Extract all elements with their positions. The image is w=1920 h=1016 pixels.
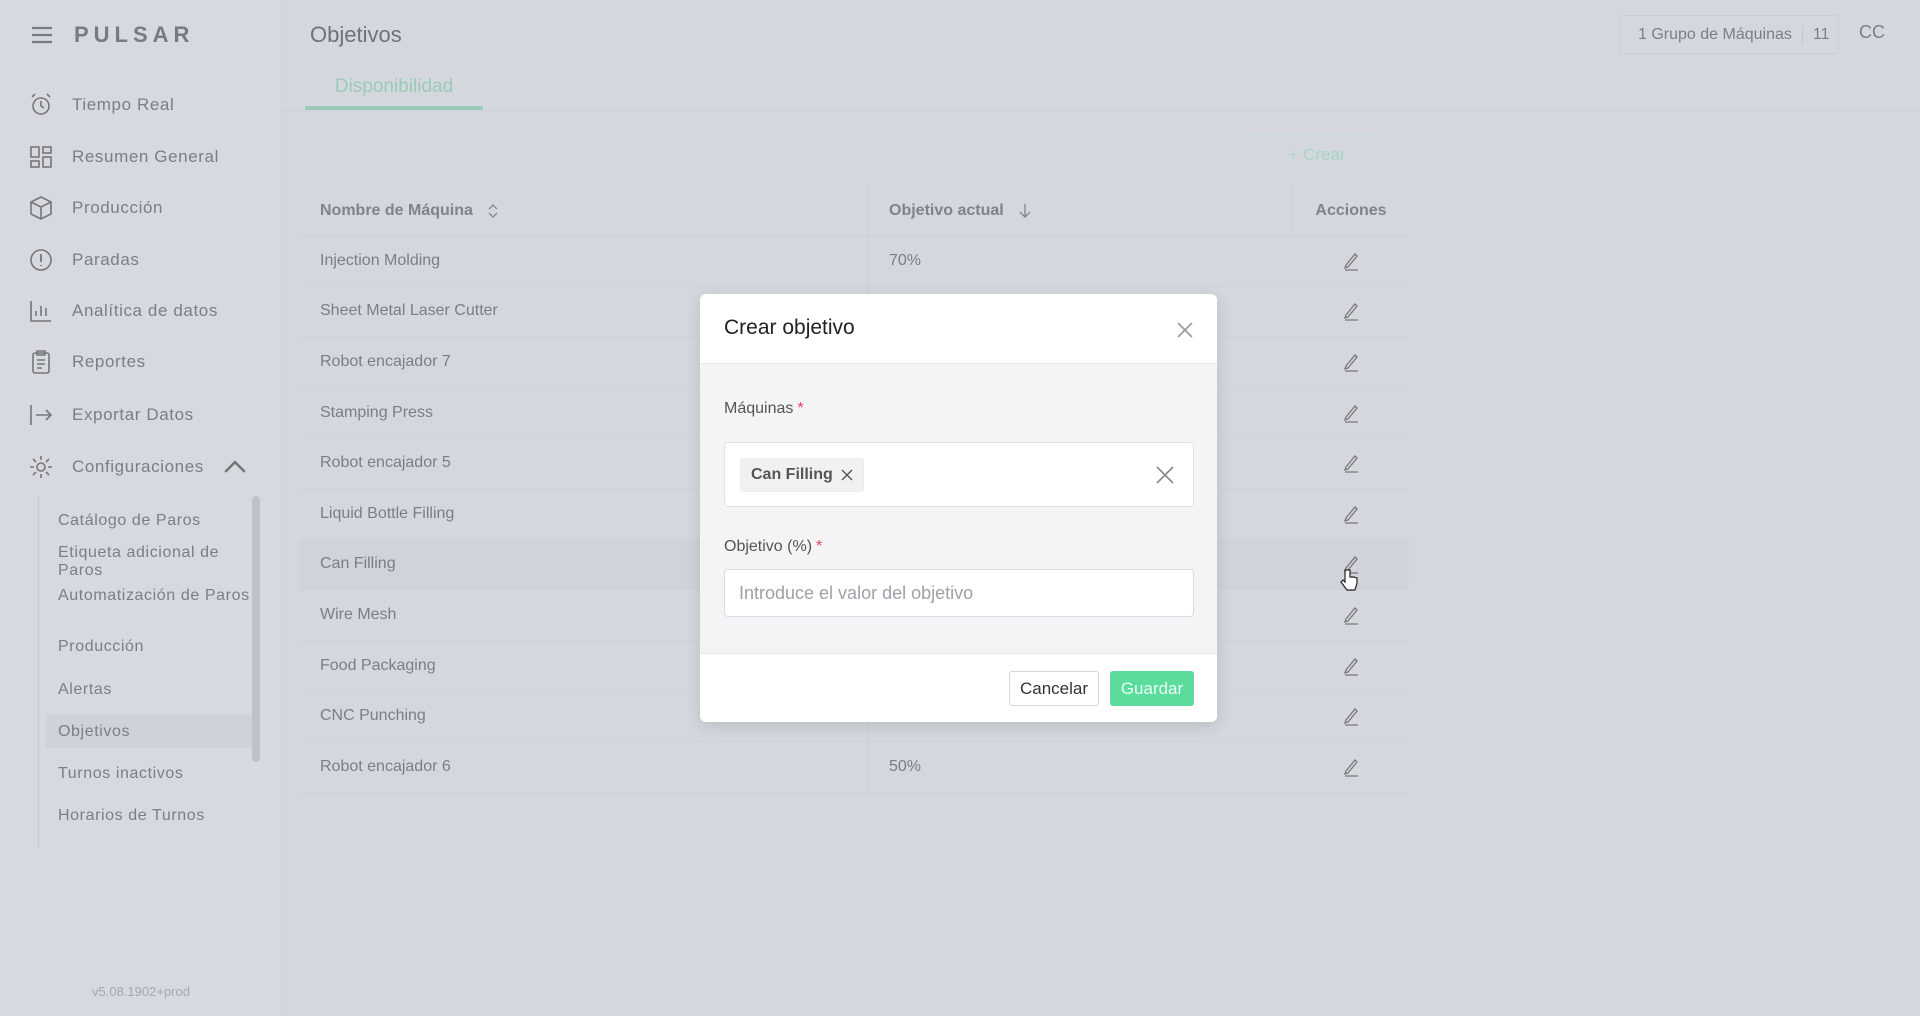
chevron-up-icon[interactable]: [222, 454, 248, 480]
table-row: Injection Molding70%: [299, 236, 1409, 287]
sidebar-item-label: Configuraciones: [72, 457, 204, 477]
submenu-item-2[interactable]: Automatización de Paros: [58, 587, 258, 605]
alert-circle-icon: [28, 247, 54, 273]
selected-machine-tag: Can Filling: [740, 458, 864, 492]
header: Objetivos 1 Grupo de Máquinas 11 CC: [282, 0, 1920, 70]
target-value: 50%: [867, 742, 1292, 792]
modal-footer: Cancelar Guardar: [700, 653, 1217, 722]
sidebar-item-label: Analítica de datos: [72, 301, 218, 321]
sidebar-item-label: Exportar Datos: [72, 405, 194, 425]
tab-disponibilidad[interactable]: Disponibilidad: [305, 76, 483, 98]
logo: PULSAR: [74, 22, 194, 48]
sidebar-item-label: Tiempo Real: [72, 95, 174, 115]
column-header-actions: Acciones: [1292, 186, 1409, 235]
tab-divider: [282, 110, 1920, 111]
sidebar-item-label: Producción: [72, 198, 163, 218]
edit-icon[interactable]: [1342, 757, 1360, 777]
sidebar-item-label: Reportes: [72, 352, 146, 372]
table-row: Robot encajador 650%: [299, 742, 1409, 793]
submenu-item-5[interactable]: Objetivos: [58, 723, 258, 741]
sidebar-item-1[interactable]: Resumen General: [28, 142, 219, 172]
page-title: Objetivos: [310, 22, 402, 48]
cube-icon: [28, 195, 54, 221]
tag-label: Can Filling: [751, 466, 833, 484]
sidebar-item-5[interactable]: Reportes: [28, 347, 146, 377]
submenu-item-3[interactable]: Producción: [58, 638, 258, 656]
edit-icon[interactable]: [1342, 251, 1360, 271]
edit-icon[interactable]: [1342, 605, 1360, 625]
group-count: 11: [1813, 26, 1830, 44]
sidebar-item-6[interactable]: Exportar Datos: [28, 400, 194, 430]
edit-icon[interactable]: [1342, 403, 1360, 423]
arrow-down-icon[interactable]: [1018, 203, 1032, 219]
group-label: 1 Grupo de Máquinas: [1638, 26, 1792, 44]
submenu-item-7[interactable]: Horarios de Turnos: [58, 807, 258, 825]
alarm-clock-icon: [28, 92, 54, 118]
sidebar-item-label: Resumen General: [72, 147, 219, 167]
sort-icon[interactable]: [487, 203, 499, 219]
sidebar-item-2[interactable]: Producción: [28, 193, 163, 223]
edit-icon[interactable]: [1342, 706, 1360, 726]
hamburger-menu-icon[interactable]: [30, 25, 54, 45]
table-header: Nombre de Máquina Objetivo actual Accion…: [299, 186, 1409, 236]
header-label: Nombre de Máquina: [320, 202, 473, 220]
logo-row: PULSAR: [30, 22, 194, 48]
required-mark: *: [816, 538, 822, 555]
target-label: Objetivo (%)*: [724, 538, 822, 556]
divider: [1802, 26, 1803, 44]
submenu-line: [38, 496, 39, 848]
edit-icon[interactable]: [1342, 504, 1360, 524]
sidebar-item-4[interactable]: Analítica de datos: [28, 296, 218, 326]
machines-select[interactable]: Can Filling: [724, 442, 1194, 507]
bar-chart-icon: [28, 298, 54, 324]
submenu-item-0[interactable]: Catálogo de Paros: [58, 512, 258, 530]
header-label: Objetivo actual: [889, 202, 1004, 220]
save-button[interactable]: Guardar: [1110, 671, 1194, 706]
sidebar-item-3[interactable]: Paradas: [28, 245, 140, 275]
dashboard-icon: [28, 144, 54, 170]
submenu-item-6[interactable]: Turnos inactivos: [58, 765, 258, 783]
machine-name: Injection Molding: [299, 252, 867, 270]
target-value: 70%: [867, 236, 1292, 286]
cancel-button[interactable]: Cancelar: [1009, 671, 1099, 706]
modal-title: Crear objetivo: [724, 316, 855, 340]
avatar[interactable]: CC: [1859, 22, 1885, 43]
sidebar-item-0[interactable]: Tiempo Real: [28, 90, 174, 120]
clear-selection-icon[interactable]: [1155, 465, 1175, 485]
remove-tag-icon[interactable]: [841, 469, 853, 481]
submenu-item-4[interactable]: Alertas: [58, 681, 258, 699]
version-label: v5.08.1902+prod: [0, 984, 282, 999]
create-button[interactable]: + Crear: [1247, 135, 1387, 174]
column-header-target[interactable]: Objetivo actual: [867, 186, 1292, 235]
machines-label: Máquinas*: [724, 400, 804, 418]
machine-name: Robot encajador 6: [299, 758, 867, 776]
hand-cursor-icon: [1340, 568, 1358, 592]
edit-icon[interactable]: [1342, 301, 1360, 321]
modal-header: Crear objetivo: [700, 294, 1217, 364]
sidebar-item-label: Paradas: [72, 250, 140, 270]
edit-icon[interactable]: [1342, 352, 1360, 372]
close-icon[interactable]: [1175, 320, 1195, 340]
clipboard-icon: [28, 349, 54, 375]
required-mark: *: [797, 400, 803, 417]
label-text: Máquinas: [724, 400, 793, 417]
export-icon: [28, 402, 54, 428]
create-objective-modal: Crear objetivo Máquinas* Can Filling Obj…: [700, 294, 1217, 722]
machine-group-selector[interactable]: 1 Grupo de Máquinas 11: [1619, 15, 1839, 54]
label-text: Objetivo (%): [724, 538, 812, 555]
submenu-item-1[interactable]: Etiqueta adicional de Paros: [58, 544, 258, 580]
sidebar-item-7[interactable]: Configuraciones: [28, 452, 248, 482]
target-input[interactable]: [724, 569, 1194, 617]
edit-icon[interactable]: [1342, 656, 1360, 676]
gear-icon: [28, 454, 54, 480]
edit-icon[interactable]: [1342, 453, 1360, 473]
column-header-name[interactable]: Nombre de Máquina: [299, 202, 867, 220]
